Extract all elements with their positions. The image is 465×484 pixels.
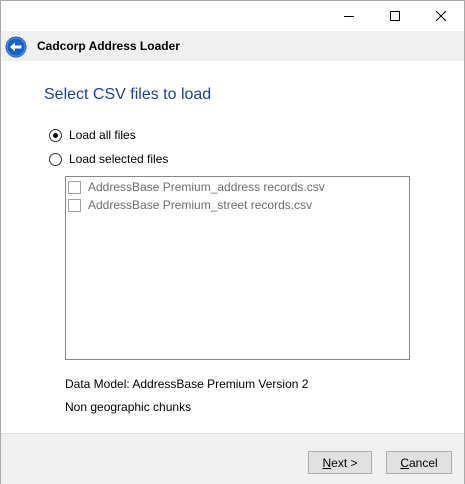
title-bar: [1, 1, 464, 31]
load-all-label[interactable]: Load all files: [69, 128, 136, 142]
file-list[interactable]: AddressBase Premium_address records.csv …: [65, 176, 410, 360]
file-checkbox[interactable]: [68, 180, 81, 194]
back-button[interactable]: [5, 36, 27, 58]
maximize-icon: [390, 11, 400, 21]
next-label: ext >: [331, 455, 358, 470]
wizard-window: Cadcorp Address Loader Select CSV files …: [0, 0, 465, 484]
wizard-content: Select CSV files to load Load all files …: [1, 61, 464, 433]
cancel-label: ancel: [408, 455, 438, 470]
minimize-icon: [344, 16, 354, 17]
wizard-header: Cadcorp Address Loader: [1, 31, 464, 61]
cancel-button[interactable]: Cancel: [386, 451, 452, 474]
back-arrow-icon: [5, 36, 27, 58]
file-name: AddressBase Premium_address records.csv: [88, 180, 325, 194]
next-mnemonic: N: [322, 455, 332, 470]
close-button[interactable]: [418, 1, 464, 31]
radio-button-unselected[interactable]: [49, 152, 62, 166]
load-selected-label[interactable]: Load selected files: [69, 152, 168, 166]
file-name: AddressBase Premium_street records.csv: [88, 198, 313, 212]
cancel-mnemonic: C: [400, 455, 409, 470]
list-item[interactable]: AddressBase Premium_address records.csv: [68, 178, 325, 196]
load-selected-radio[interactable]: Load selected files: [49, 152, 168, 166]
minimize-button[interactable]: [326, 1, 372, 31]
next-button[interactable]: Next >: [308, 451, 372, 474]
window-title: Cadcorp Address Loader: [37, 39, 180, 53]
load-all-radio[interactable]: Load all files: [49, 128, 136, 142]
wizard-footer: Next > Cancel: [1, 433, 464, 484]
data-model-text: Data Model: AddressBase Premium Version …: [65, 377, 309, 391]
maximize-button[interactable]: [372, 1, 418, 31]
file-checkbox[interactable]: [68, 198, 81, 212]
radio-button-selected[interactable]: [49, 128, 62, 142]
list-item[interactable]: AddressBase Premium_street records.csv: [68, 196, 312, 214]
close-icon: [436, 11, 446, 21]
page-heading: Select CSV files to load: [44, 86, 212, 103]
chunks-text: Non geographic chunks: [65, 400, 192, 414]
